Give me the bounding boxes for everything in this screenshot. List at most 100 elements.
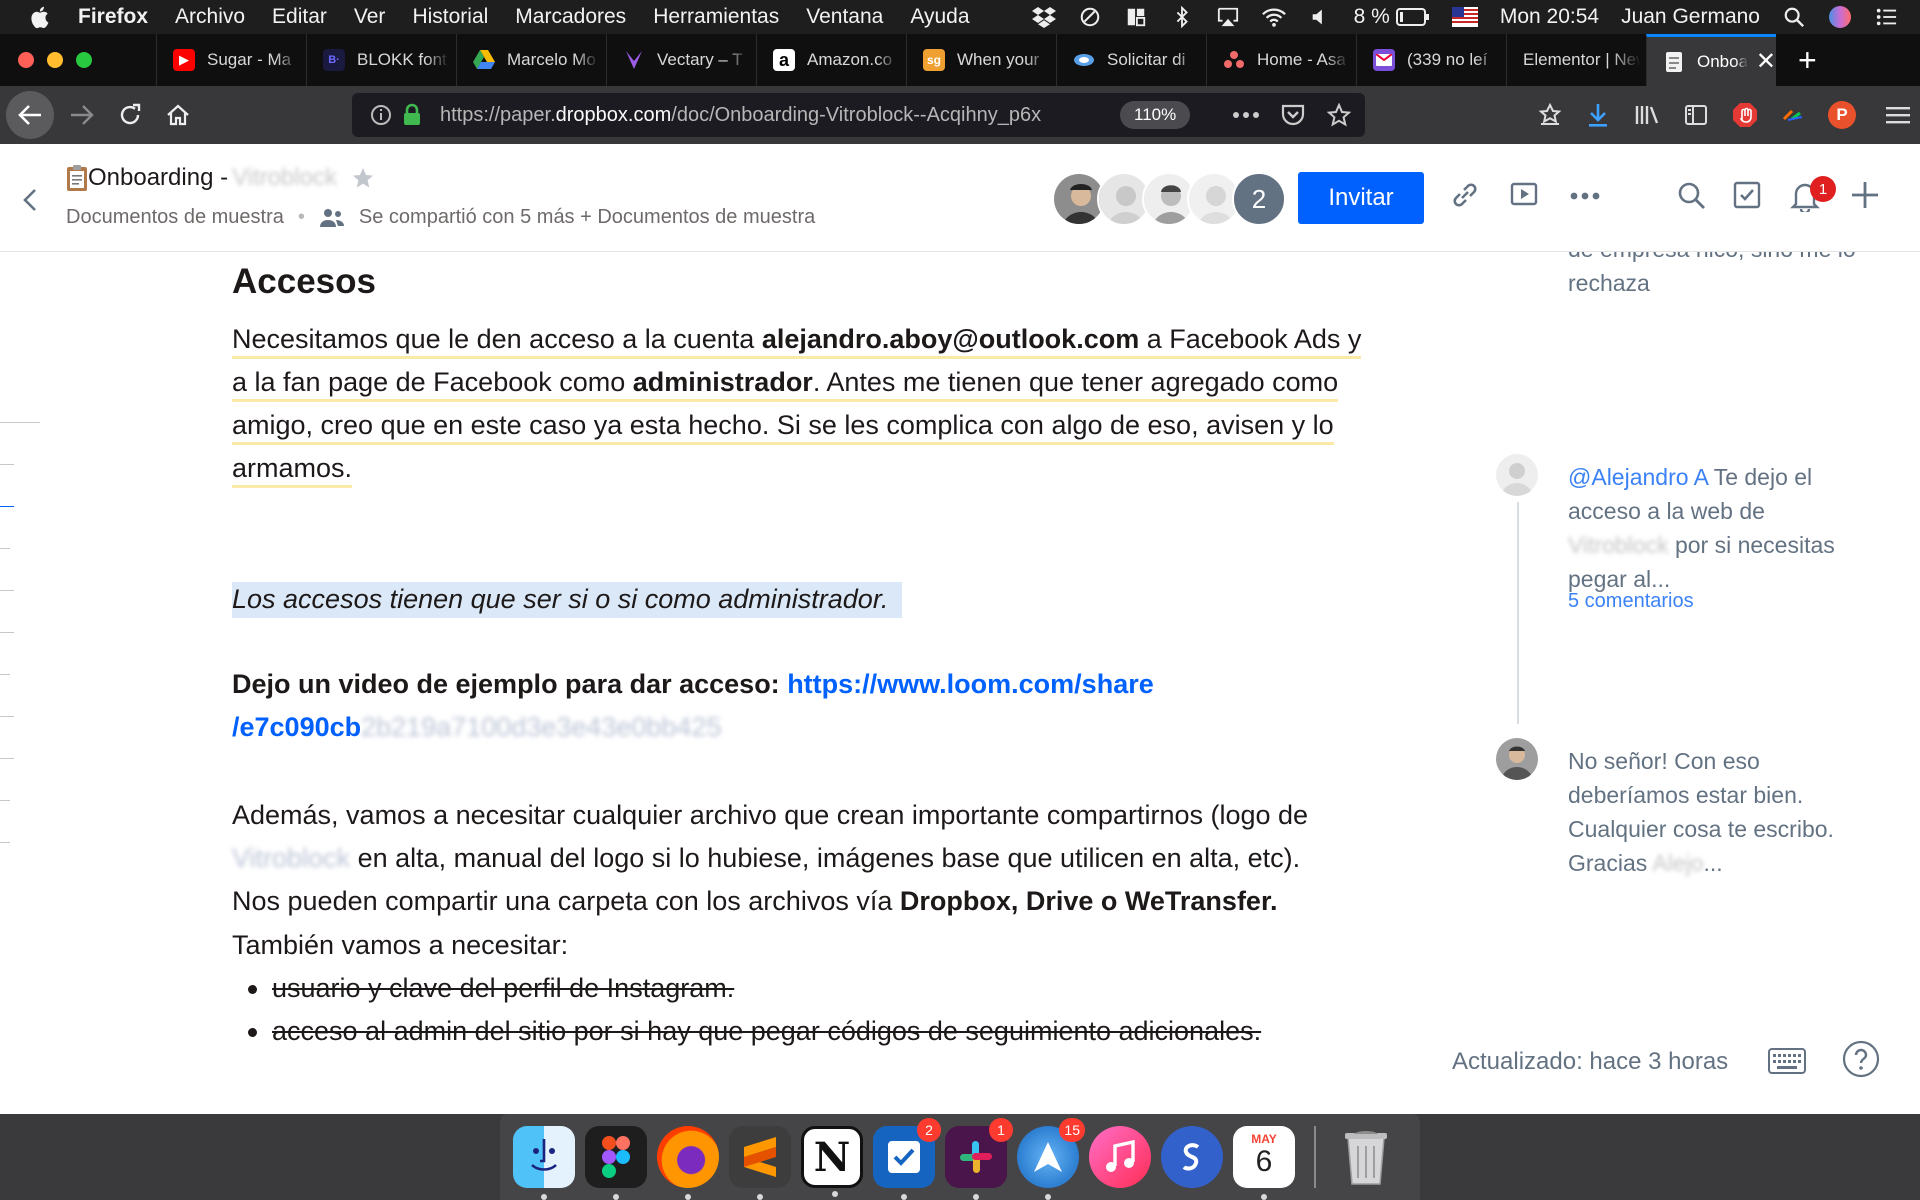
tab-mail[interactable]: (339 no leí	[1356, 34, 1506, 86]
tab-elementor[interactable]: Elementor | New	[1506, 34, 1646, 86]
commented-text[interactable]: a la fan page de Facebook como administr…	[232, 367, 1339, 402]
more-collaborators-count[interactable]: 2	[1232, 172, 1286, 226]
forward-button[interactable]	[54, 92, 110, 138]
close-tab-icon[interactable]: ✕	[1756, 47, 1776, 76]
commented-text[interactable]: amigo, creo que en este caso ya esta hec…	[232, 410, 1334, 445]
extension-profile-icon[interactable]: P	[1828, 101, 1856, 129]
music-icon[interactable]	[1089, 1126, 1151, 1188]
comment-thread[interactable]: @Alejandro A Te dejo el acceso a la web …	[1568, 460, 1888, 596]
menubar-clock[interactable]: Mon 20:54	[1500, 5, 1599, 29]
hamburger-menu-icon[interactable]	[1886, 105, 1910, 125]
highlighted-text[interactable]: Los accesos tienen que ser si o si como …	[232, 582, 903, 618]
url-text[interactable]: https://paper.dropbox.com/doc/Onboarding…	[440, 104, 1105, 127]
keyboard-shortcuts-icon[interactable]	[1768, 1048, 1806, 1074]
menu-ventana[interactable]: Ventana	[806, 5, 883, 29]
menu-editar[interactable]: Editar	[272, 5, 327, 29]
maximize-window-icon[interactable]	[76, 52, 92, 68]
spark-icon[interactable]: 15	[1017, 1118, 1085, 1200]
help-icon[interactable]	[1842, 1040, 1880, 1078]
info-icon[interactable]	[370, 104, 392, 126]
library-icon[interactable]	[1634, 103, 1660, 127]
download-icon[interactable]	[1586, 102, 1610, 128]
sublime-text-icon[interactable]	[729, 1126, 791, 1200]
tasks-icon[interactable]: 2	[873, 1118, 941, 1200]
back-button[interactable]	[6, 91, 54, 139]
tab-amazon[interactable]: a Amazon.co	[756, 34, 906, 86]
tab-when-your[interactable]: sg When your	[906, 34, 1056, 86]
battery-icon[interactable]	[1395, 7, 1430, 27]
notion-icon[interactable]: N	[801, 1126, 863, 1197]
mention-link[interactable]: @Alejandro A	[1568, 464, 1708, 490]
loom-link-continued[interactable]: /e7c090cb2b219a7100d3e3e43e0bb425	[232, 712, 722, 742]
finder-icon[interactable]	[513, 1126, 575, 1200]
home-button[interactable]	[150, 92, 206, 138]
notification-center-icon[interactable]	[1874, 6, 1898, 28]
simplenote-icon[interactable]	[1161, 1126, 1223, 1188]
star-icon[interactable]	[351, 166, 375, 190]
bookmark-manager-icon[interactable]	[1538, 103, 1562, 127]
menu-marcadores[interactable]: Marcadores	[515, 5, 626, 29]
dropbox-status-icon[interactable]	[1031, 6, 1056, 28]
calendar-icon[interactable]: MAY 6	[1233, 1126, 1295, 1200]
figma-icon[interactable]	[585, 1126, 647, 1200]
avatar[interactable]	[1496, 738, 1538, 780]
avatar[interactable]	[1496, 454, 1538, 496]
folder-link[interactable]: Documentos de muestra	[66, 206, 284, 229]
create-new-icon[interactable]	[1850, 180, 1880, 210]
lock-icon[interactable]	[402, 103, 422, 127]
spotlight-search-icon[interactable]	[1782, 6, 1806, 28]
comment-reply[interactable]: No señor! Con eso deberíamos estar bien.…	[1568, 744, 1888, 880]
shared-with-text[interactable]: Se compartió con 5 más + Documentos de m…	[359, 206, 815, 229]
present-icon[interactable]	[1510, 180, 1538, 208]
search-icon[interactable]	[1676, 180, 1706, 210]
more-options-icon[interactable]	[1570, 192, 1600, 200]
menubar-user[interactable]: Juan Germano	[1621, 5, 1760, 29]
commented-text[interactable]: armamos.	[232, 453, 353, 488]
sync-status-icon[interactable]	[1078, 6, 1102, 28]
pocket-icon[interactable]	[1281, 104, 1305, 126]
collaborator-avatars[interactable]: 2	[1052, 172, 1286, 226]
commented-text[interactable]: Necesitamos que le den acceso a la cuent…	[232, 324, 1362, 359]
siri-icon[interactable]	[1828, 5, 1852, 29]
invite-button[interactable]: Invitar	[1298, 172, 1424, 224]
menu-app-name[interactable]: Firefox	[78, 5, 148, 29]
tab-solicitar[interactable]: Solicitar di	[1056, 34, 1206, 86]
volume-icon[interactable]	[1308, 6, 1332, 28]
menu-ayuda[interactable]: Ayuda	[910, 5, 969, 29]
airplay-icon[interactable]	[1216, 6, 1240, 28]
firefox-icon[interactable]	[657, 1126, 719, 1200]
menu-historial[interactable]: Historial	[412, 5, 488, 29]
more-comments-link[interactable]: 5 comentarios	[1568, 590, 1694, 613]
input-source-flag-icon[interactable]	[1451, 7, 1478, 27]
checklist-icon[interactable]	[1732, 180, 1762, 210]
minimize-window-icon[interactable]	[47, 52, 63, 68]
bookmark-star-icon[interactable]	[1327, 103, 1351, 127]
list-item[interactable]: usuario y clave del perfil de Instagram.	[232, 967, 1261, 1010]
tab-blokk[interactable]: B· BLOKK font	[306, 34, 456, 86]
window-manager-icon[interactable]	[1124, 6, 1148, 28]
menu-archivo[interactable]: Archivo	[175, 5, 245, 29]
chevron-left-icon[interactable]	[22, 188, 38, 212]
document-title[interactable]: Onboarding - Vitroblock	[66, 164, 375, 192]
slack-icon[interactable]: 1	[945, 1118, 1013, 1200]
sidebar-icon[interactable]	[1684, 104, 1708, 126]
page-actions-icon[interactable]	[1233, 111, 1259, 119]
zoom-level[interactable]: 110%	[1120, 101, 1191, 129]
extension-color-icon[interactable]	[1782, 109, 1804, 121]
tab-google-drive[interactable]: Marcelo Mo	[456, 34, 606, 86]
loom-link[interactable]: https://www.loom.com/share	[787, 669, 1154, 699]
tab-onboarding-active[interactable]: Onboard✕	[1646, 34, 1776, 86]
new-tab-icon[interactable]: +	[1798, 42, 1817, 79]
wifi-icon[interactable]	[1261, 6, 1286, 28]
bluetooth-icon[interactable]	[1170, 6, 1194, 28]
reload-button[interactable]	[110, 92, 150, 138]
link-icon[interactable]	[1450, 180, 1480, 210]
menu-ver[interactable]: Ver	[354, 5, 386, 29]
extension-adblock-icon[interactable]	[1732, 102, 1758, 128]
tab-youtube[interactable]: ▶ Sugar - Ma	[156, 34, 306, 86]
address-bar[interactable]: https://paper.dropbox.com/doc/Onboarding…	[352, 93, 1365, 137]
trash-icon[interactable]	[1335, 1126, 1397, 1188]
tab-vectary[interactable]: Vectary – T	[606, 34, 756, 86]
tab-asana[interactable]: Home - Asa	[1206, 34, 1356, 86]
menu-herramientas[interactable]: Herramientas	[653, 5, 779, 29]
